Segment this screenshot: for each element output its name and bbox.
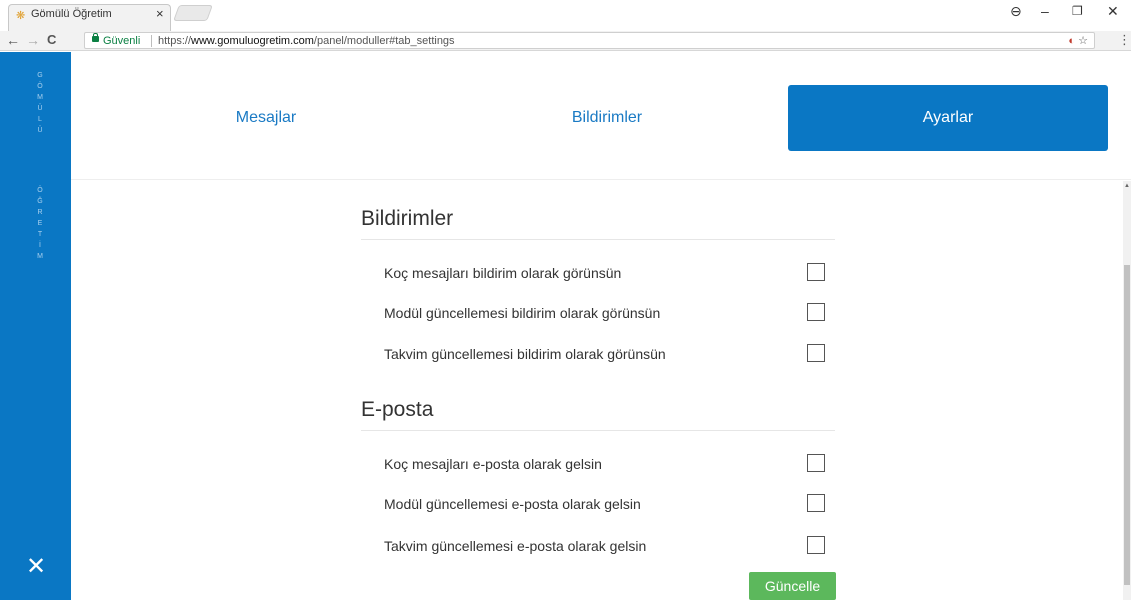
brand-letter: Ü: [37, 105, 43, 112]
restore-icon[interactable]: ❐: [1072, 4, 1083, 18]
close-window-icon[interactable]: ✕: [1107, 3, 1119, 20]
option-label: Takvim güncellemesi e-posta olarak gelsi…: [384, 538, 647, 554]
option-checkbox[interactable]: [807, 454, 825, 472]
brand-letter: M: [37, 94, 43, 101]
bookmark-star-icon[interactable]: ☆: [1078, 35, 1088, 47]
email-section: E-posta: [361, 398, 835, 431]
secure-label: Güvenli: [103, 35, 141, 47]
address-bar[interactable]: Güvenli https://www.gomuluogretim.com/pa…: [84, 32, 1095, 49]
url-host: www.gomuluogretim.com: [191, 35, 314, 47]
option-row: Modül güncellemesi bildirim olarak görün…: [384, 303, 834, 323]
minimize-icon[interactable]: –: [1041, 3, 1049, 19]
option-checkbox[interactable]: [807, 536, 825, 554]
url-text[interactable]: https://www.gomuluogretim.com/panel/modu…: [158, 35, 455, 47]
scroll-up-icon[interactable]: ▲: [1124, 183, 1130, 189]
omnibox-icons: ◐ ☆: [1068, 34, 1088, 47]
brand-word-1: GÖMÜLÜ: [34, 70, 46, 136]
browser-menu-icon[interactable]: ⋮: [1118, 32, 1131, 48]
brand-letter: T: [37, 231, 43, 238]
brand-letter: Ö: [37, 187, 43, 194]
url-path: /panel/moduller#tab_settings: [313, 35, 455, 47]
tabs-header: Mesajlar Bildirimler Ayarlar: [71, 52, 1131, 180]
option-label: Modül güncellemesi bildirim olarak görün…: [384, 305, 661, 321]
brand-letter: Ö: [37, 83, 43, 90]
section-title: E-posta: [361, 398, 835, 431]
brand-letter: L: [38, 116, 42, 123]
option-row: Takvim güncellemesi e-posta olarak gelsi…: [384, 536, 834, 556]
brand-letter: G: [37, 72, 43, 79]
close-icon[interactable]: ✕: [26, 555, 46, 579]
tab-mesajlar[interactable]: Mesajlar: [106, 85, 426, 151]
tab-bildirimler[interactable]: Bildirimler: [447, 85, 767, 151]
url-scheme: https://: [158, 35, 192, 47]
sidebar: GÖMÜLÜ ÖĞRETİM ✕: [0, 52, 71, 600]
brand-letter: R: [37, 209, 43, 216]
option-label: Koç mesajları bildirim olarak görünsün: [384, 265, 622, 281]
option-row: Koç mesajları e-posta olarak gelsin: [384, 454, 834, 474]
scrollbar-thumb[interactable]: [1124, 265, 1130, 585]
option-checkbox[interactable]: [807, 303, 825, 321]
option-checkbox[interactable]: [807, 494, 825, 512]
brand-letter: Ü: [37, 127, 43, 134]
favicon-icon: ❋: [16, 10, 26, 22]
option-row: Modül güncellemesi e-posta olarak gelsin: [384, 494, 834, 514]
brand-letter: Ğ: [37, 198, 43, 205]
notifications-section: Bildirimler: [361, 207, 835, 240]
browser-toolbar: ← → C Güvenli https://www.gomuluogretim.…: [0, 31, 1131, 51]
account-icon[interactable]: ⊖: [1010, 3, 1022, 20]
option-row: Koç mesajları bildirim olarak görünsün: [384, 263, 834, 283]
option-label: Modül güncellemesi e-posta olarak gelsin: [384, 496, 641, 512]
reload-icon[interactable]: C: [47, 32, 56, 47]
brand-letter: İ: [39, 242, 41, 249]
browser-tab-title[interactable]: Gömülü Öğretim: [31, 8, 112, 20]
forward-icon[interactable]: →: [26, 32, 40, 48]
browser-tabstrip: ❋ Gömülü Öğretim × ⊖ – ❐ ✕: [0, 0, 1131, 31]
option-label: Takvim güncellemesi bildirim olarak görü…: [384, 346, 666, 362]
section-title: Bildirimler: [361, 207, 835, 240]
address-separator: [151, 35, 152, 47]
update-button[interactable]: Güncelle: [749, 572, 836, 600]
extension-icon[interactable]: ◐: [1068, 35, 1075, 47]
option-label: Koç mesajları e-posta olarak gelsin: [384, 456, 602, 472]
tab-close-icon[interactable]: ×: [156, 6, 164, 21]
new-tab-button[interactable]: [173, 5, 213, 21]
brand-letter: E: [37, 220, 43, 227]
option-checkbox[interactable]: [807, 263, 825, 281]
tab-ayarlar[interactable]: Ayarlar: [788, 85, 1108, 151]
lock-icon: [92, 33, 99, 42]
option-row: Takvim güncellemesi bildirim olarak görü…: [384, 344, 834, 364]
brand-word-2: ÖĞRETİM: [34, 185, 46, 262]
option-checkbox[interactable]: [807, 344, 825, 362]
back-icon[interactable]: ←: [6, 32, 20, 48]
brand-letter: M: [37, 253, 43, 260]
